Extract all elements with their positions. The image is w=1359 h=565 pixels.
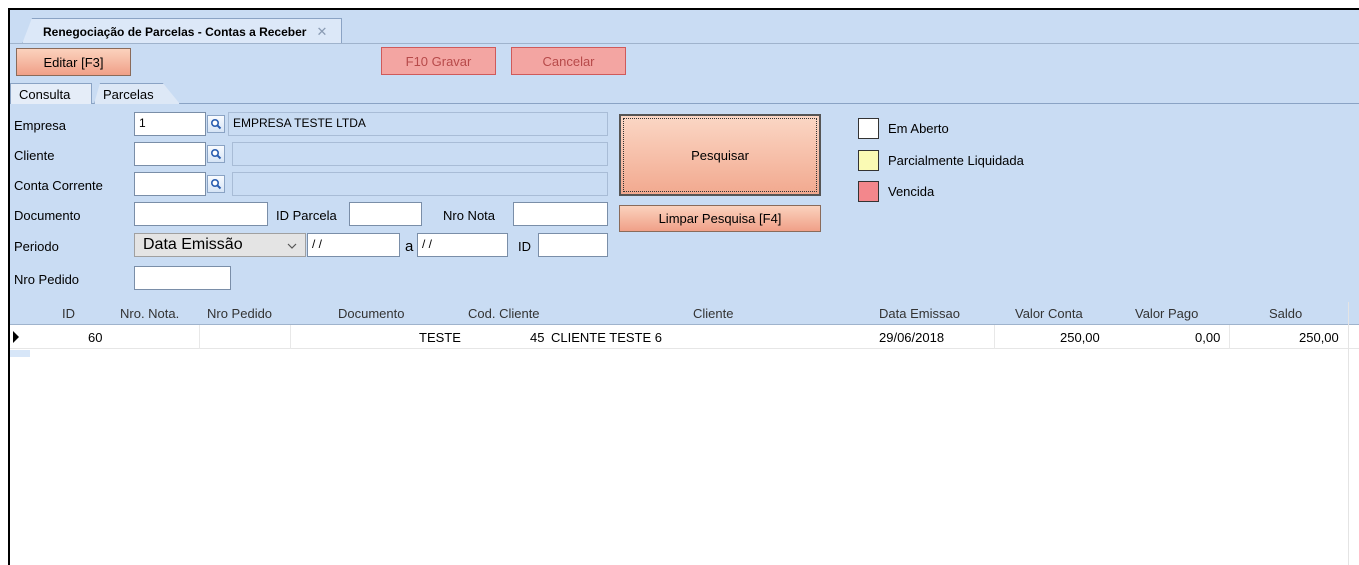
empresa-name-field: EMPRESA TESTE LTDA	[228, 112, 608, 136]
cliente-search-icon[interactable]	[207, 145, 225, 163]
id-parcela-input[interactable]	[349, 202, 422, 226]
column-header[interactable]: Documento	[338, 306, 404, 321]
cell-cod-cliente: 45	[530, 330, 545, 345]
cell-documento: TESTE	[419, 330, 461, 345]
conta-corrente-code-input[interactable]	[134, 172, 206, 196]
document-tab-title: Renegociação de Parcelas - Contas a Rece…	[43, 24, 307, 39]
column-header[interactable]: Valor Conta	[1015, 306, 1083, 321]
legend-swatch	[858, 118, 879, 139]
window-frame: Renegociação de Parcelas - Contas a Rece…	[8, 8, 1359, 565]
documento-label: Documento	[14, 208, 81, 223]
tab-divider	[10, 43, 1359, 44]
new-row-marker	[10, 350, 30, 357]
cancel-button[interactable]: Cancelar	[511, 47, 626, 75]
column-header[interactable]: Cliente	[693, 306, 733, 321]
conta-corrente-search-icon[interactable]	[207, 175, 225, 193]
empresa-search-icon[interactable]	[207, 115, 225, 133]
periodo-to-input[interactable]: / /	[417, 233, 508, 257]
id-label: ID	[518, 239, 531, 254]
column-divider	[994, 325, 995, 349]
legend-swatch	[858, 150, 879, 171]
nro-nota-label: Nro Nota	[443, 208, 496, 223]
pesquisar-button[interactable]: Pesquisar	[619, 114, 821, 196]
grid-right-border	[1348, 302, 1349, 565]
nro-nota-input[interactable]	[513, 202, 608, 226]
cliente-name-field	[232, 142, 608, 166]
documento-input[interactable]	[134, 202, 268, 226]
periodo-label: Periodo	[14, 239, 59, 254]
periodo-type-select[interactable]: Data Emissão	[134, 233, 306, 257]
cliente-label: Cliente	[14, 148, 55, 163]
close-icon[interactable]: ✕	[316, 24, 327, 40]
legend-em-aberto: Em Aberto	[858, 118, 949, 139]
cliente-code-input[interactable]	[134, 142, 206, 166]
periodo-type-value: Data Emissão	[143, 236, 243, 253]
chevron-down-icon	[287, 236, 297, 254]
conta-corrente-label: Conta Corrente	[14, 178, 103, 193]
column-divider	[199, 325, 200, 349]
periodo-from-input[interactable]: / /	[307, 233, 400, 257]
grid-header: ID Nro. Nota. Nro Pedido Documento Cod. …	[10, 302, 1359, 325]
column-header[interactable]: ID	[62, 306, 75, 321]
cell-saldo: 250,00	[1299, 330, 1339, 345]
nro-pedido-label: Nro Pedido	[14, 272, 80, 287]
legend-label: Parcialmente Liquidada	[888, 153, 1024, 168]
column-header[interactable]: Valor Pago	[1135, 306, 1198, 321]
column-header[interactable]: Nro Pedido	[207, 306, 272, 321]
legend-vencida: Vencida	[858, 181, 934, 202]
column-divider	[1229, 325, 1230, 349]
column-header[interactable]: Cod. Cliente	[468, 306, 540, 321]
current-row-indicator-icon	[13, 331, 19, 343]
legend-label: Vencida	[888, 184, 935, 199]
table-row[interactable]: 60 TESTE 45 CLIENTE TESTE 6 29/06/2018 2…	[10, 325, 1359, 349]
column-header[interactable]: Data Emissao	[879, 306, 960, 321]
empresa-code-input[interactable]: 1	[134, 112, 206, 136]
limpar-pesquisa-button[interactable]: Limpar Pesquisa [F4]	[619, 205, 821, 232]
section-tabs: Consulta Parcelas	[10, 80, 1359, 104]
results-grid[interactable]: ID Nro. Nota. Nro Pedido Documento Cod. …	[10, 302, 1359, 565]
cell-data-emissao: 29/06/2018	[879, 330, 945, 345]
empresa-label: Empresa	[14, 118, 67, 133]
periodo-separator: a	[405, 238, 414, 255]
cell-valor-pago: 0,00	[1195, 330, 1221, 345]
column-header[interactable]: Nro. Nota.	[120, 306, 179, 321]
conta-corrente-name-field	[232, 172, 608, 196]
cell-valor-conta: 250,00	[1060, 330, 1100, 345]
save-button[interactable]: F10 Gravar	[381, 47, 496, 75]
legend-swatch	[858, 181, 879, 202]
document-tab[interactable]: Renegociação de Parcelas - Contas a Rece…	[22, 18, 343, 44]
tab-parcelas[interactable]: Parcelas	[94, 83, 180, 104]
nro-pedido-input[interactable]	[134, 266, 231, 290]
legend-parcialmente-liquidada: Parcialmente Liquidada	[858, 150, 1024, 171]
legend-label: Em Aberto	[888, 121, 949, 136]
edit-button[interactable]: Editar [F3]	[16, 48, 131, 76]
id-parcela-label: ID Parcela	[276, 208, 337, 223]
tab-consulta[interactable]: Consulta	[10, 83, 92, 104]
column-header[interactable]: Saldo	[1269, 306, 1302, 321]
column-divider	[290, 325, 291, 349]
id-input[interactable]	[538, 233, 608, 257]
cell-id: 60	[88, 330, 103, 345]
cell-cliente: CLIENTE TESTE 6	[551, 330, 663, 345]
